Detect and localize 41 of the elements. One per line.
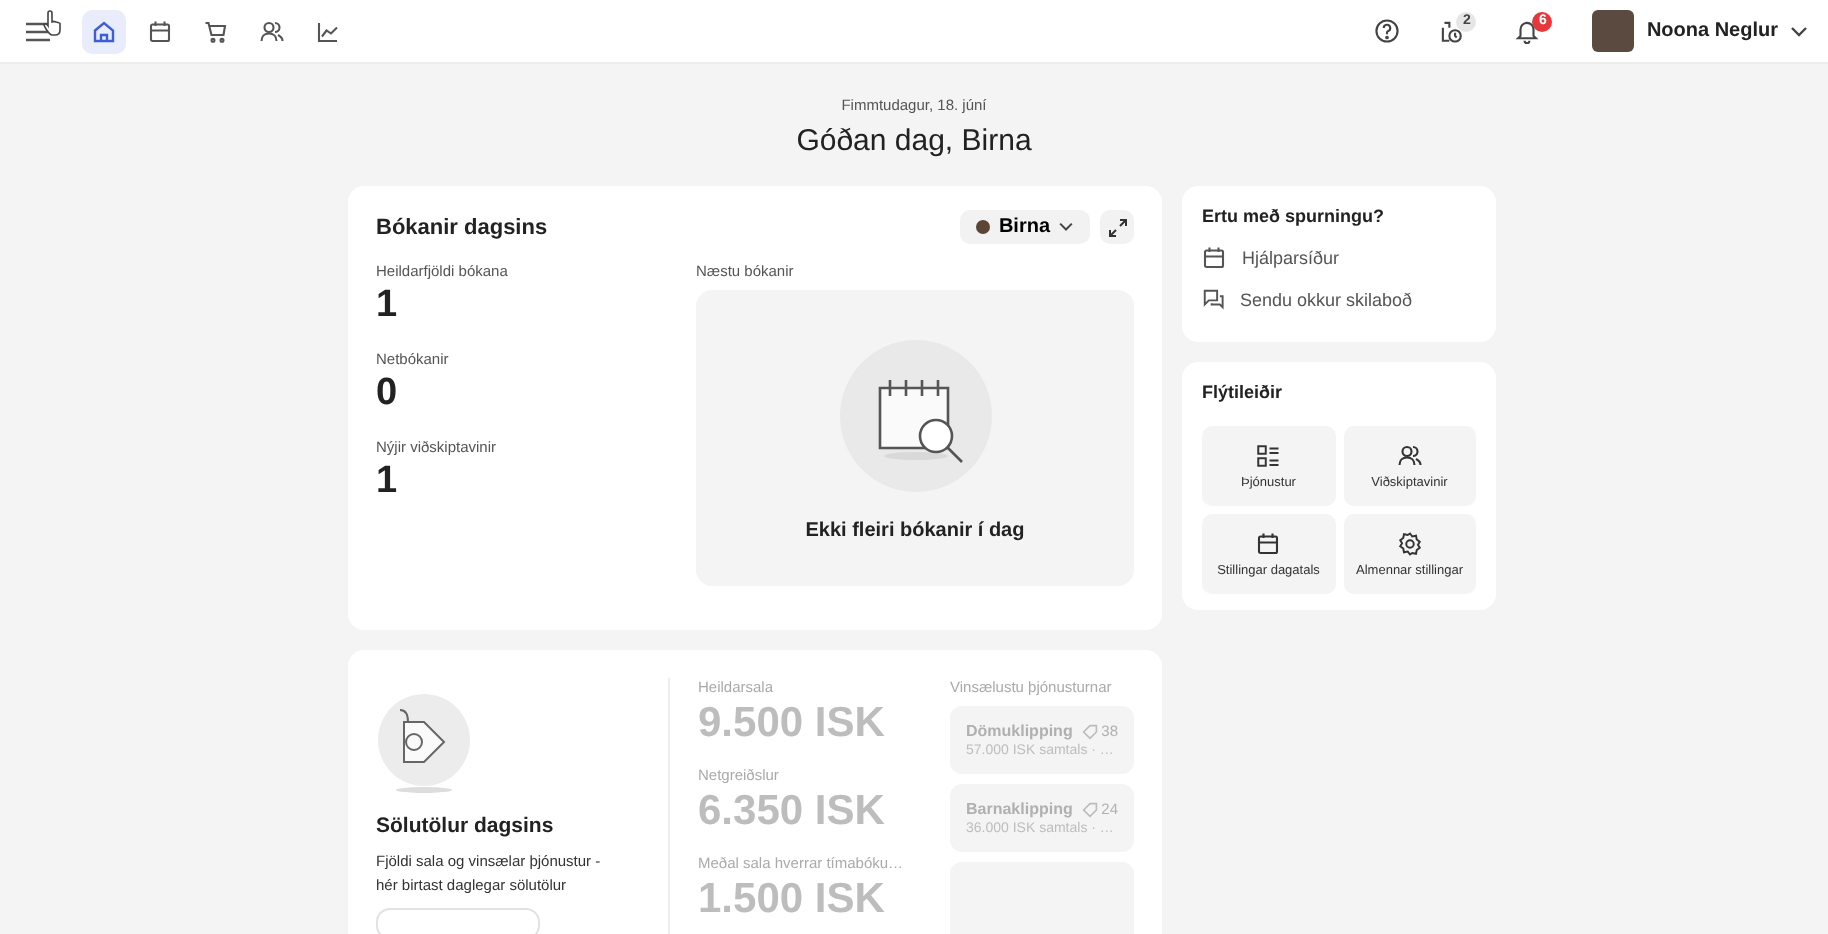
card-title: Flýtileiðir: [1202, 382, 1285, 402]
expand-icon: [1107, 217, 1127, 237]
user-menu-button[interactable]: Noona Neglur: [1646, 20, 1778, 42]
chevron-down-icon: [1790, 25, 1808, 37]
stat-value: 1: [376, 284, 400, 330]
nav-tab[interactable]: [82, 9, 126, 53]
home-icon: [92, 19, 116, 43]
cart-icon: [204, 19, 228, 43]
calendar-icon: [1202, 246, 1226, 270]
tag-icon: [1081, 723, 1098, 739]
settings-icon: [1397, 531, 1422, 555]
greeting-heading: Góðan dag, Birna: [796, 124, 1032, 158]
stat-value: 9.500 ISK: [698, 700, 887, 748]
calendar-icon: [148, 19, 172, 43]
help-link[interactable]: Sendu okkur skilaboð: [1202, 288, 1476, 310]
help-link[interactable]: Hjálparsíður: [1202, 246, 1476, 270]
service-name: Dömuklipping: [966, 722, 1073, 740]
avatar-photo-placeholder: [1592, 10, 1635, 52]
calendar-icon: [1256, 531, 1281, 555]
people-icon: [1397, 443, 1422, 467]
pointer-cursor-icon: [42, 9, 64, 35]
stat-value: 1: [376, 459, 400, 505]
chevron-down-icon: [1058, 222, 1074, 232]
card-title: Bókanir dagsins: [376, 215, 548, 239]
tag-icon: [1081, 801, 1098, 817]
card-title: Sölutölur dagsins: [376, 814, 554, 838]
stat-value: 6.350 ISK: [698, 788, 887, 836]
calendar-search-illustration-icon: [835, 335, 995, 495]
list-icon: [1256, 443, 1281, 467]
price-tag-illustration-icon: [376, 694, 472, 794]
expand-button[interactable]: [1100, 210, 1134, 244]
people-icon: [260, 19, 284, 43]
chat-icon: [1202, 288, 1224, 310]
stat-value: 1.500 ISK: [698, 876, 887, 924]
stat-value: 0: [376, 371, 400, 418]
card-title: Ertu með spurningu?: [1202, 206, 1386, 226]
chart-icon: [316, 19, 340, 43]
staff-dropdown[interactable]: Birna: [960, 210, 1090, 244]
avatar-icon: [976, 220, 991, 234]
empty-state-text: Ekki fleiri bókanir í dag: [805, 519, 1025, 541]
service-name: Barnaklipping: [966, 800, 1073, 818]
